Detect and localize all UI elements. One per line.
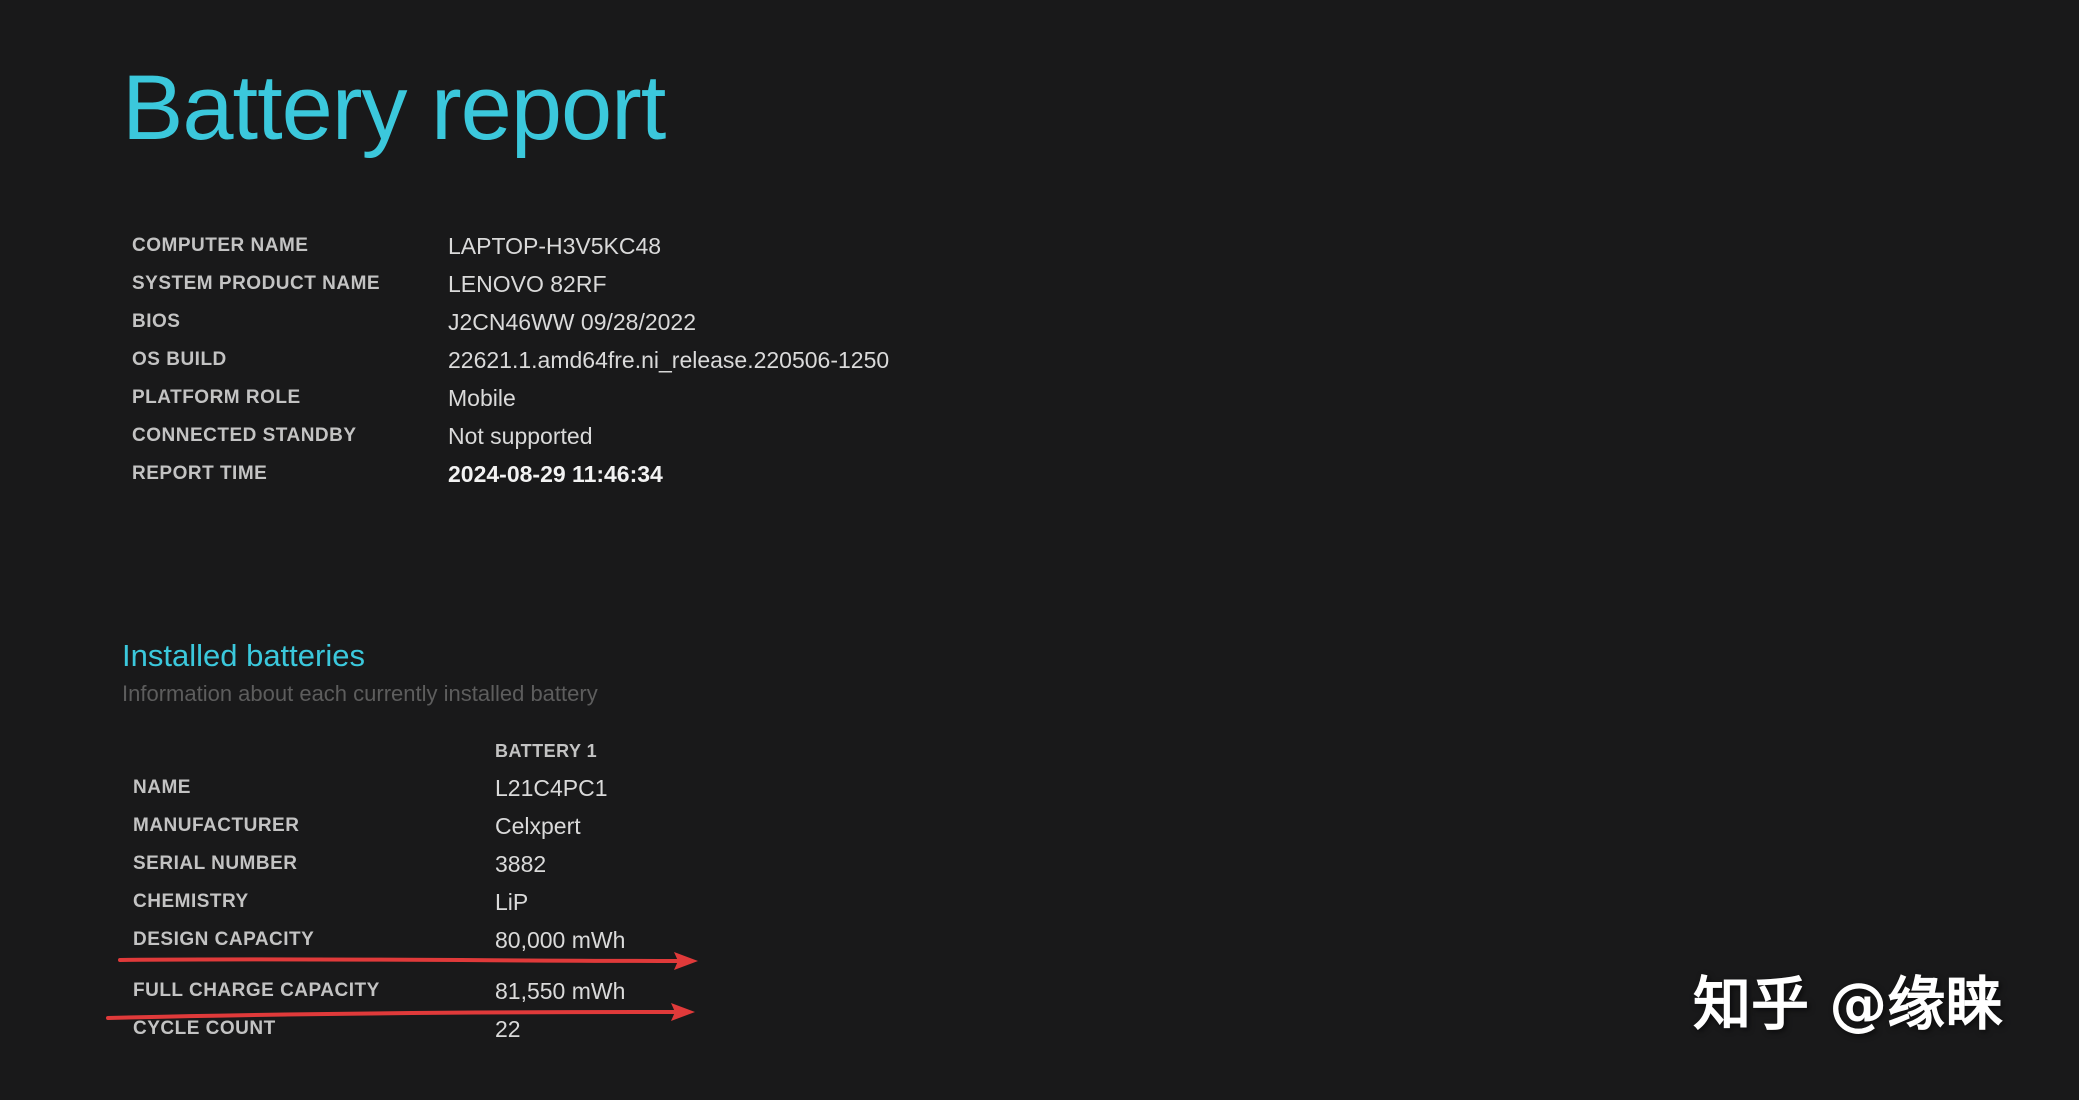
battery-row: SERIAL NUMBER 3882 xyxy=(133,845,625,883)
battery-column-header: BATTERY 1 xyxy=(495,741,598,761)
battery-row: NAME L21C4PC1 xyxy=(133,769,625,807)
os-build-label: OS BUILD xyxy=(132,349,227,370)
chemistry-value: LiP xyxy=(495,888,529,915)
battery-row: CYCLE COUNT 22 xyxy=(133,1010,625,1048)
battery-row: FULL CHARGE CAPACITY 81,550 mWh xyxy=(133,972,625,1010)
full-charge-capacity-value: 81,550 mWh xyxy=(495,977,626,1004)
report-time-value: 2024-08-29 11:46:34 xyxy=(448,460,663,487)
report-time-label: REPORT TIME xyxy=(132,463,268,484)
row-spacer xyxy=(133,959,625,972)
system-info-row: COMPUTER NAME LAPTOP-H3V5KC48 xyxy=(132,227,889,265)
system-info-row: SYSTEM PRODUCT NAME LENOVO 82RF xyxy=(132,265,889,303)
serial-number-label: SERIAL NUMBER xyxy=(133,853,298,874)
system-info-table: COMPUTER NAME LAPTOP-H3V5KC48 SYSTEM PRO… xyxy=(132,227,889,493)
connected-standby-value: Not supported xyxy=(448,422,593,449)
battery-name-value: L21C4PC1 xyxy=(495,774,608,801)
manufacturer-label: MANUFACTURER xyxy=(133,815,300,836)
full-charge-capacity-label: FULL CHARGE CAPACITY xyxy=(133,980,380,1001)
os-build-value: 22621.1.amd64fre.ni_release.220506-1250 xyxy=(448,346,890,373)
system-product-name-label: SYSTEM PRODUCT NAME xyxy=(132,273,381,294)
page-title: Battery report xyxy=(122,57,666,159)
system-info-row: BIOS J2CN46WW 09/28/2022 xyxy=(132,303,889,341)
watermark: 知乎 @缘睐 xyxy=(1693,970,2004,1038)
system-info-row: OS BUILD 22621.1.amd64fre.ni_release.220… xyxy=(132,341,889,379)
system-info-row: PLATFORM ROLE Mobile xyxy=(132,379,889,417)
cycle-count-label: CYCLE COUNT xyxy=(133,1018,276,1039)
platform-role-value: Mobile xyxy=(448,384,516,411)
system-info-row: CONNECTED STANDBY Not supported xyxy=(132,417,889,455)
system-product-name-value: LENOVO 82RF xyxy=(448,270,607,297)
installed-batteries-heading: Installed batteries xyxy=(122,638,365,673)
cycle-count-value: 22 xyxy=(495,1015,521,1042)
battery-row: MANUFACTURER Celxpert xyxy=(133,807,625,845)
design-capacity-value: 80,000 mWh xyxy=(495,926,626,953)
chemistry-label: CHEMISTRY xyxy=(133,891,249,912)
battery-name-label: NAME xyxy=(133,777,191,798)
computer-name-label: COMPUTER NAME xyxy=(132,235,309,256)
manufacturer-value: Celxpert xyxy=(495,812,581,839)
battery-row: CHEMISTRY LiP xyxy=(133,883,625,921)
installed-batteries-subtitle: Information about each currently install… xyxy=(122,681,598,706)
computer-name-value: LAPTOP-H3V5KC48 xyxy=(448,232,662,259)
bios-value: J2CN46WW 09/28/2022 xyxy=(448,308,697,335)
connected-standby-label: CONNECTED STANDBY xyxy=(132,425,357,446)
battery-row: DESIGN CAPACITY 80,000 mWh xyxy=(133,921,625,959)
serial-number-value: 3882 xyxy=(495,850,547,877)
platform-role-label: PLATFORM ROLE xyxy=(132,387,301,408)
design-capacity-label: DESIGN CAPACITY xyxy=(133,929,315,950)
bios-label: BIOS xyxy=(132,311,181,332)
battery-info-table: NAME L21C4PC1 MANUFACTURER Celxpert SERI… xyxy=(133,769,625,1048)
system-info-row: REPORT TIME 2024-08-29 11:46:34 xyxy=(132,455,889,493)
